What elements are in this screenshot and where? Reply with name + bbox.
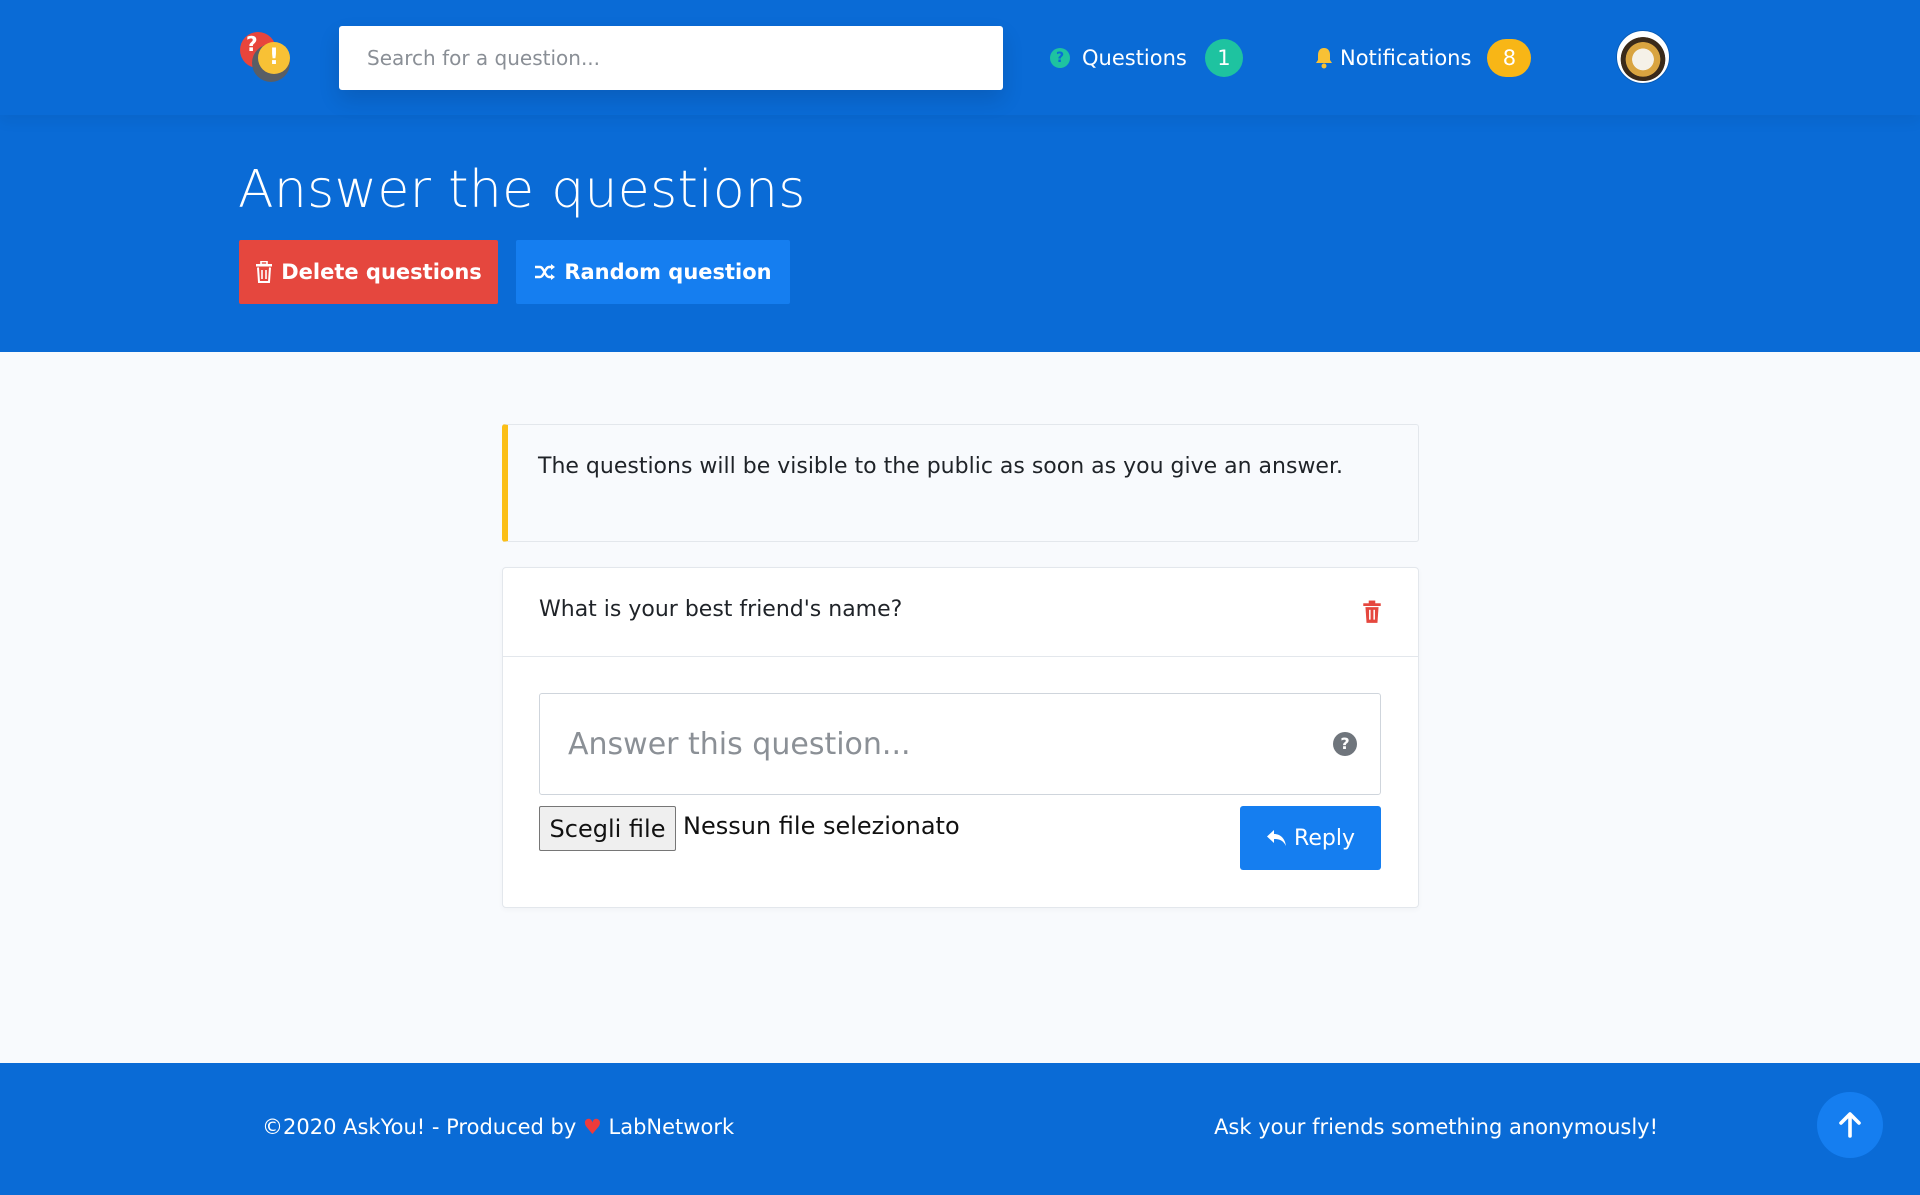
delete-questions-label: Delete questions xyxy=(281,260,482,284)
reply-button[interactable]: Reply xyxy=(1240,806,1381,870)
questions-count-badge: 1 xyxy=(1204,39,1243,77)
logo-exclamation-icon: ! xyxy=(258,42,290,74)
page-footer: ©2020 AskYou! - Produced by ♥ LabNetwork… xyxy=(0,1063,1920,1195)
bell-icon xyxy=(1316,48,1332,69)
footer-tagline: Ask your friends something anonymously! xyxy=(1214,1115,1658,1139)
footer-copyright-text: ©2020 AskYou! - Produced by xyxy=(262,1115,577,1139)
footer-copyright: ©2020 AskYou! - Produced by ♥ LabNetwork xyxy=(262,1115,734,1139)
question-title: What is your best friend's name? xyxy=(539,597,903,622)
nav-questions-label: Questions xyxy=(1082,46,1187,70)
top-navbar: ! ? ? Questions 1 Notifications 8 xyxy=(0,0,1920,115)
choose-file-button[interactable]: Scegli file xyxy=(539,806,676,851)
question-circle-icon: ? xyxy=(1050,48,1070,68)
delete-questions-button[interactable]: Delete questions xyxy=(239,240,498,304)
reply-label: Reply xyxy=(1294,825,1355,851)
nav-questions-link[interactable]: ? Questions 1 xyxy=(1050,38,1243,78)
nav-notifications-link[interactable]: Notifications 8 xyxy=(1314,38,1532,78)
search-input[interactable] xyxy=(339,26,1003,90)
page-hero: Answer the questions Delete questions Ra… xyxy=(0,115,1920,352)
alert-text: The questions will be visible to the pub… xyxy=(538,454,1343,479)
visibility-alert: The questions will be visible to the pub… xyxy=(502,424,1419,542)
shuffle-icon xyxy=(535,264,556,280)
app-logo[interactable]: ! ? xyxy=(238,30,292,84)
random-question-label: Random question xyxy=(564,260,772,284)
answer-input[interactable] xyxy=(539,693,1381,795)
file-status-text: Nessun file selezionato xyxy=(683,812,960,840)
help-icon: ? xyxy=(1333,732,1357,756)
footer-producer-link[interactable]: LabNetwork xyxy=(609,1115,735,1139)
heart-icon: ♥ xyxy=(583,1115,602,1139)
logo-question-icon: ? xyxy=(246,32,258,56)
page-title: Answer the questions xyxy=(238,160,806,220)
user-avatar[interactable] xyxy=(1617,31,1669,83)
trash-icon xyxy=(256,261,273,283)
notifications-count-badge: 8 xyxy=(1487,39,1532,77)
reply-icon xyxy=(1267,830,1287,846)
delete-question-icon[interactable] xyxy=(1362,600,1382,624)
scroll-to-top-button[interactable] xyxy=(1817,1092,1883,1158)
question-card-header: What is your best friend's name? xyxy=(503,568,1418,657)
arrow-up-icon xyxy=(1839,1112,1861,1138)
question-card: What is your best friend's name? ? Scegl… xyxy=(502,567,1419,908)
nav-notifications-label: Notifications xyxy=(1340,46,1472,70)
random-question-button[interactable]: Random question xyxy=(516,240,790,304)
